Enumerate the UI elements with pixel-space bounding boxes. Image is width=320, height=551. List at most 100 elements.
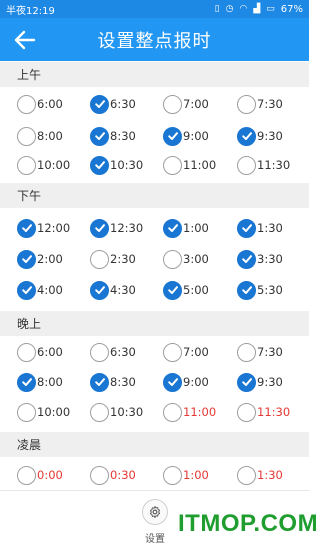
- time-option[interactable]: 5:30: [237, 278, 283, 302]
- unchecked-circle-icon[interactable]: [163, 94, 182, 114]
- time-option[interactable]: 1:00: [163, 216, 209, 240]
- time-label: 10:30: [110, 405, 144, 419]
- unchecked-circle-icon[interactable]: [17, 342, 36, 362]
- unchecked-circle-icon[interactable]: [163, 465, 182, 485]
- checked-circle-icon[interactable]: [17, 280, 36, 300]
- time-option[interactable]: 9:00: [163, 124, 209, 148]
- time-option[interactable]: 6:00: [17, 340, 63, 364]
- unchecked-circle-icon[interactable]: [17, 465, 36, 485]
- time-option[interactable]: 10:00: [17, 400, 70, 424]
- time-label: 8:30: [110, 375, 136, 389]
- time-option[interactable]: 4:30: [90, 278, 136, 302]
- checked-circle-icon[interactable]: [237, 218, 256, 238]
- time-option[interactable]: 5:00: [163, 278, 209, 302]
- time-option[interactable]: 1:00: [163, 463, 209, 487]
- settings-button[interactable]: 设置: [138, 499, 172, 545]
- checked-circle-icon[interactable]: [163, 218, 182, 238]
- time-option[interactable]: 7:30: [237, 92, 283, 116]
- time-option[interactable]: 6:30: [90, 340, 136, 364]
- unchecked-circle-icon[interactable]: [90, 249, 109, 269]
- time-option[interactable]: 11:30: [237, 400, 290, 424]
- time-option[interactable]: 9:30: [237, 370, 283, 394]
- battery-icon: ▭: [266, 3, 275, 14]
- unchecked-circle-icon[interactable]: [17, 94, 36, 114]
- time-option[interactable]: 8:30: [90, 124, 136, 148]
- page-title: 设置整点报时: [97, 30, 212, 52]
- time-label: 9:30: [257, 375, 283, 389]
- time-option[interactable]: 12:00: [17, 216, 70, 240]
- settings-icon-circle: [142, 499, 168, 525]
- unchecked-circle-icon[interactable]: [163, 249, 182, 269]
- signal-icon: ▟: [253, 3, 261, 14]
- time-option[interactable]: 2:30: [90, 247, 136, 271]
- time-option[interactable]: 2:00: [17, 247, 63, 271]
- time-option[interactable]: 10:30: [90, 400, 143, 424]
- checked-circle-icon[interactable]: [90, 94, 109, 114]
- unchecked-circle-icon[interactable]: [163, 402, 182, 422]
- time-label: 11:30: [257, 158, 291, 172]
- alarm-icon: ◷: [225, 3, 234, 14]
- time-option[interactable]: 1:30: [237, 463, 283, 487]
- time-label: 10:30: [110, 158, 144, 172]
- checked-circle-icon[interactable]: [163, 126, 182, 146]
- time-option[interactable]: 0:30: [90, 463, 136, 487]
- checked-circle-icon[interactable]: [90, 218, 109, 238]
- time-option[interactable]: 3:30: [237, 247, 283, 271]
- time-label: 7:00: [183, 345, 209, 359]
- unchecked-circle-icon[interactable]: [237, 155, 256, 175]
- time-label: 2:30: [110, 252, 136, 266]
- time-option[interactable]: 0:00: [17, 463, 63, 487]
- time-option[interactable]: 7:30: [237, 340, 283, 364]
- checked-circle-icon[interactable]: [237, 249, 256, 269]
- time-option[interactable]: 7:00: [163, 92, 209, 116]
- time-option[interactable]: 11:00: [163, 153, 216, 177]
- unchecked-circle-icon[interactable]: [90, 402, 109, 422]
- time-option[interactable]: 11:00: [163, 400, 216, 424]
- time-option[interactable]: 10:30: [90, 153, 143, 177]
- checked-circle-icon[interactable]: [237, 372, 256, 392]
- time-option[interactable]: 8:00: [17, 124, 63, 148]
- unchecked-circle-icon[interactable]: [17, 402, 36, 422]
- checked-circle-icon[interactable]: [163, 372, 182, 392]
- checked-circle-icon[interactable]: [237, 280, 256, 300]
- time-option[interactable]: 1:30: [237, 216, 283, 240]
- checked-circle-icon[interactable]: [163, 280, 182, 300]
- unchecked-circle-icon[interactable]: [90, 465, 109, 485]
- unchecked-circle-icon[interactable]: [17, 126, 36, 146]
- time-option[interactable]: 12:30: [90, 216, 143, 240]
- time-label: 11:00: [183, 158, 217, 172]
- unchecked-circle-icon[interactable]: [237, 465, 256, 485]
- checked-circle-icon[interactable]: [17, 218, 36, 238]
- unchecked-circle-icon[interactable]: [163, 155, 182, 175]
- unchecked-circle-icon[interactable]: [237, 342, 256, 362]
- unchecked-circle-icon[interactable]: [17, 155, 36, 175]
- checked-circle-icon[interactable]: [237, 126, 256, 146]
- time-label: 1:30: [257, 221, 283, 235]
- unchecked-circle-icon[interactable]: [237, 402, 256, 422]
- time-option[interactable]: 8:00: [17, 370, 63, 394]
- time-option[interactable]: 4:00: [17, 278, 63, 302]
- back-button[interactable]: [12, 27, 38, 53]
- time-label: 1:00: [183, 468, 209, 482]
- checked-circle-icon[interactable]: [17, 249, 36, 269]
- checked-circle-icon[interactable]: [90, 280, 109, 300]
- unchecked-circle-icon[interactable]: [237, 94, 256, 114]
- time-option[interactable]: 8:30: [90, 370, 136, 394]
- time-option[interactable]: 11:30: [237, 153, 290, 177]
- time-option[interactable]: 7:00: [163, 340, 209, 364]
- time-option[interactable]: 6:00: [17, 92, 63, 116]
- checked-circle-icon[interactable]: [90, 155, 109, 175]
- time-option[interactable]: 9:00: [163, 370, 209, 394]
- checked-circle-icon[interactable]: [90, 372, 109, 392]
- time-label: 3:30: [257, 252, 283, 266]
- time-option[interactable]: 9:30: [237, 124, 283, 148]
- unchecked-circle-icon[interactable]: [163, 342, 182, 362]
- time-option[interactable]: 3:00: [163, 247, 209, 271]
- unchecked-circle-icon[interactable]: [90, 342, 109, 362]
- time-label: 10:00: [37, 405, 71, 419]
- checked-circle-icon[interactable]: [90, 126, 109, 146]
- time-label: 3:00: [183, 252, 209, 266]
- checked-circle-icon[interactable]: [17, 372, 36, 392]
- time-option[interactable]: 10:00: [17, 153, 70, 177]
- time-option[interactable]: 6:30: [90, 92, 136, 116]
